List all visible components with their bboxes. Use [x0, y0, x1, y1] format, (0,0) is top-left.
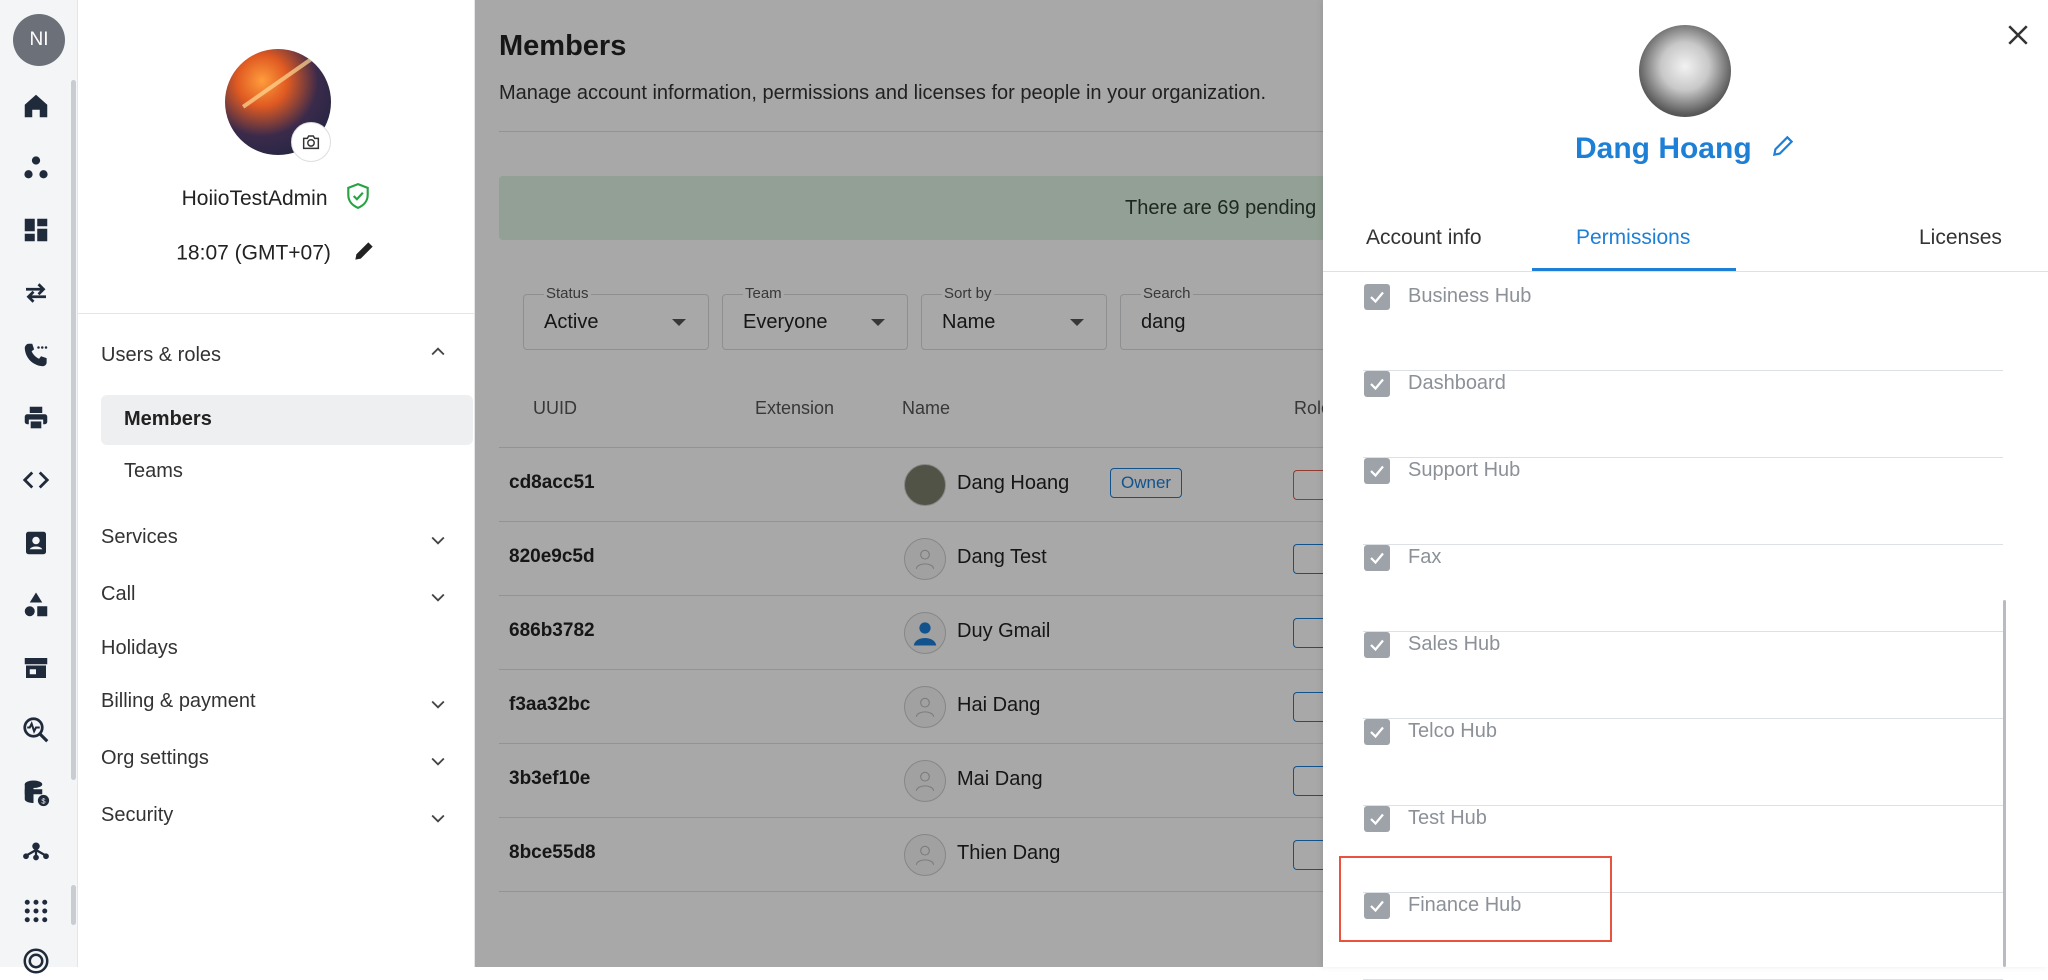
menu-users-roles[interactable]: Users & roles	[101, 344, 221, 367]
chevron-down-icon[interactable]	[428, 587, 448, 607]
apps-grid-icon[interactable]	[20, 895, 52, 927]
checkbox-checked[interactable]	[1364, 284, 1390, 310]
checkbox-checked[interactable]	[1364, 371, 1390, 397]
permission-item: Business Hub	[1363, 284, 2003, 371]
close-icon[interactable]	[2003, 20, 2033, 50]
database-dollar-icon[interactable]: $	[20, 777, 52, 809]
home-icon[interactable]	[20, 90, 52, 122]
chevron-down-icon[interactable]	[428, 694, 448, 714]
member-avatar	[1639, 25, 1731, 117]
edit-pencil-icon[interactable]	[351, 238, 377, 270]
org-admin-name: HoiioTestAdmin	[78, 182, 475, 216]
permission-item: Support Hub	[1363, 458, 2003, 545]
radar-icon[interactable]	[20, 945, 52, 977]
edit-pencil-icon[interactable]	[1770, 133, 1796, 167]
panel-tabs: Account info Permissions Licenses	[1323, 210, 2048, 272]
settings-sidebar: HoiioTestAdmin 18:07 (GMT+07) Users & ro…	[78, 0, 475, 967]
dashboard-icon[interactable]	[20, 214, 52, 246]
user-avatar[interactable]: NI	[13, 14, 65, 66]
tab-account-info[interactable]: Account info	[1366, 226, 1482, 250]
nav-rail: NI $	[0, 0, 78, 974]
menu-call[interactable]: Call	[101, 583, 135, 606]
permission-item: Dashboard	[1363, 371, 2003, 458]
menu-org-settings[interactable]: Org settings	[101, 747, 209, 770]
printer-icon[interactable]	[20, 402, 52, 434]
member-name: Dang Hoang	[1323, 132, 2048, 167]
permission-item: Telco Hub	[1363, 719, 2003, 806]
org-icon[interactable]	[20, 152, 52, 184]
menu-services[interactable]: Services	[101, 526, 178, 549]
sidebar-item-members[interactable]: Members	[124, 408, 212, 431]
tab-permissions[interactable]: Permissions	[1576, 226, 1690, 250]
network-icon[interactable]	[20, 834, 52, 866]
transfer-icon[interactable]	[20, 277, 52, 309]
rail-scrollbar[interactable]	[71, 80, 76, 780]
chevron-down-icon[interactable]	[428, 530, 448, 550]
monitor-search-icon[interactable]	[20, 714, 52, 746]
modal-backdrop[interactable]	[475, 0, 1323, 967]
checkbox-checked[interactable]	[1364, 458, 1390, 484]
sidebar-item-teams[interactable]: Teams	[124, 460, 183, 483]
checkbox-checked[interactable]	[1364, 545, 1390, 571]
camera-icon[interactable]	[291, 122, 331, 162]
rail-scrollbar-lower[interactable]	[71, 885, 76, 925]
checkbox-checked[interactable]	[1364, 719, 1390, 745]
verified-shield-icon	[345, 182, 371, 216]
active-tab-indicator	[1532, 268, 1736, 271]
chevron-down-icon[interactable]	[428, 808, 448, 828]
code-icon[interactable]	[20, 464, 52, 496]
highlight-box	[1339, 856, 1612, 942]
checkbox-checked[interactable]	[1364, 806, 1390, 832]
sidebar-divider	[78, 313, 475, 314]
chevron-up-icon[interactable]	[428, 342, 448, 362]
tab-licenses[interactable]: Licenses	[1919, 226, 2002, 250]
chevron-down-icon[interactable]	[428, 751, 448, 771]
menu-holidays[interactable]: Holidays	[101, 637, 178, 660]
phone-icon[interactable]	[20, 339, 52, 371]
checkbox-checked[interactable]	[1364, 632, 1390, 658]
menu-billing[interactable]: Billing & payment	[101, 690, 256, 713]
store-icon[interactable]	[20, 652, 52, 684]
permission-item: Sales Hub	[1363, 632, 2003, 719]
local-time: 18:07 (GMT+07)	[78, 238, 475, 270]
permission-item: Fax	[1363, 545, 2003, 632]
member-detail-panel: Dang Hoang Account info Permissions Lice…	[1323, 0, 2048, 980]
contacts-icon[interactable]	[20, 527, 52, 559]
panel-scrollbar[interactable]	[2003, 600, 2006, 967]
shapes-icon[interactable]	[20, 589, 52, 621]
menu-security[interactable]: Security	[101, 804, 173, 827]
